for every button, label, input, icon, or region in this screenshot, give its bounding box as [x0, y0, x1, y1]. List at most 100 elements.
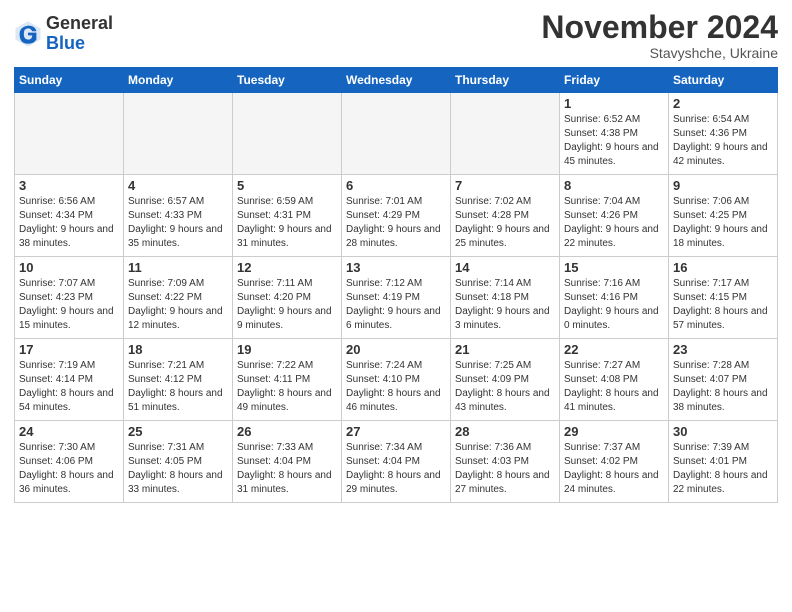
day-info: Sunrise: 7:06 AM Sunset: 4:25 PM Dayligh…: [673, 195, 773, 251]
calendar-weekday: Saturday: [669, 68, 778, 93]
calendar-cell: 14 Sunrise: 7:14 AM Sunset: 4:18 PM Dayli…: [451, 257, 560, 339]
page: General Blue November 2024 Stavyshche, U…: [0, 0, 792, 612]
day-info: Sunrise: 6:57 AM Sunset: 4:33 PM Dayligh…: [128, 195, 228, 251]
day-info: Sunrise: 7:14 AM Sunset: 4:18 PM Dayligh…: [455, 277, 555, 333]
calendar-cell: 11Sunrise: 7:09 AM Sunset: 4:22 PM Dayli…: [124, 257, 233, 339]
calendar-cell: 9 Sunrise: 7:06 AM Sunset: 4:25 PM Daylig…: [669, 175, 778, 257]
calendar-cell: 15 Sunrise: 7:16 AM Sunset: 4:16 PM Dayli…: [560, 257, 669, 339]
calendar-cell: 17 Sunrise: 7:19 AM Sunset: 4:14 PM Dayli…: [15, 339, 124, 421]
day-number: 14: [455, 260, 555, 275]
calendar-cell: [15, 93, 124, 175]
logo-blue: Blue: [46, 33, 85, 53]
calendar-cell: 18 Sunrise: 7:21 AM Sunset: 4:12 PM Dayli…: [124, 339, 233, 421]
day-number: 28: [455, 424, 555, 439]
calendar-cell: 12 Sunrise: 7:11 AM Sunset: 4:20 PM Dayli…: [233, 257, 342, 339]
day-number: 19: [237, 342, 337, 357]
day-number: 2: [673, 96, 773, 111]
calendar-header-row: SundayMondayTuesdayWednesdayThursdayFrid…: [15, 68, 778, 93]
logo-icon: [14, 20, 42, 48]
day-info: Sunrise: 7:27 AM Sunset: 4:08 PM Dayligh…: [564, 359, 664, 415]
day-number: 8: [564, 178, 664, 193]
day-number: 5: [237, 178, 337, 193]
day-info: Sunrise: 7:31 AM Sunset: 4:05 PM Dayligh…: [128, 441, 228, 497]
day-info: Sunrise: 7:16 AM Sunset: 4:16 PM Dayligh…: [564, 277, 664, 333]
day-info: Sunrise: 7:09 AM Sunset: 4:22 PM Dayligh…: [128, 277, 228, 333]
day-number: 21: [455, 342, 555, 357]
day-number: 1: [564, 96, 664, 111]
calendar-cell: 22 Sunrise: 7:27 AM Sunset: 4:08 PM Dayli…: [560, 339, 669, 421]
calendar-cell: 20Sunrise: 7:24 AM Sunset: 4:10 PM Dayli…: [342, 339, 451, 421]
calendar-cell: 29 Sunrise: 7:37 AM Sunset: 4:02 PM Dayli…: [560, 421, 669, 503]
logo-text: General Blue: [46, 14, 113, 54]
calendar-cell: 23 Sunrise: 7:28 AM Sunset: 4:07 PM Dayli…: [669, 339, 778, 421]
logo: General Blue: [14, 14, 113, 54]
day-number: 15: [564, 260, 664, 275]
day-number: 6: [346, 178, 446, 193]
logo-general: General: [46, 13, 113, 33]
day-info: Sunrise: 7:01 AM Sunset: 4:29 PM Dayligh…: [346, 195, 446, 251]
day-info: Sunrise: 7:24 AM Sunset: 4:10 PM Dayligh…: [346, 359, 446, 415]
day-number: 7: [455, 178, 555, 193]
calendar-weekday: Wednesday: [342, 68, 451, 93]
day-info: Sunrise: 6:56 AM Sunset: 4:34 PM Dayligh…: [19, 195, 119, 251]
day-info: Sunrise: 7:04 AM Sunset: 4:26 PM Dayligh…: [564, 195, 664, 251]
day-info: Sunrise: 7:33 AM Sunset: 4:04 PM Dayligh…: [237, 441, 337, 497]
calendar-cell: 5 Sunrise: 6:59 AM Sunset: 4:31 PM Daylig…: [233, 175, 342, 257]
calendar-cell: 6 Sunrise: 7:01 AM Sunset: 4:29 PM Daylig…: [342, 175, 451, 257]
calendar-week-row: 24 Sunrise: 7:30 AM Sunset: 4:06 PM Dayli…: [15, 421, 778, 503]
calendar-weekday: Friday: [560, 68, 669, 93]
calendar-cell: 1 Sunrise: 6:52 AM Sunset: 4:38 PM Daylig…: [560, 93, 669, 175]
calendar-cell: [451, 93, 560, 175]
day-info: Sunrise: 7:28 AM Sunset: 4:07 PM Dayligh…: [673, 359, 773, 415]
calendar-week-row: 17 Sunrise: 7:19 AM Sunset: 4:14 PM Dayli…: [15, 339, 778, 421]
day-number: 9: [673, 178, 773, 193]
day-number: 12: [237, 260, 337, 275]
day-info: Sunrise: 7:21 AM Sunset: 4:12 PM Dayligh…: [128, 359, 228, 415]
title-block: November 2024 Stavyshche, Ukraine: [541, 10, 778, 61]
location: Stavyshche, Ukraine: [541, 45, 778, 61]
day-info: Sunrise: 7:30 AM Sunset: 4:06 PM Dayligh…: [19, 441, 119, 497]
month-title: November 2024: [541, 10, 778, 45]
day-number: 30: [673, 424, 773, 439]
day-number: 3: [19, 178, 119, 193]
day-info: Sunrise: 7:37 AM Sunset: 4:02 PM Dayligh…: [564, 441, 664, 497]
day-number: 18: [128, 342, 228, 357]
calendar-cell: 16Sunrise: 7:17 AM Sunset: 4:15 PM Dayli…: [669, 257, 778, 339]
day-info: Sunrise: 7:02 AM Sunset: 4:28 PM Dayligh…: [455, 195, 555, 251]
calendar-week-row: 1 Sunrise: 6:52 AM Sunset: 4:38 PM Daylig…: [15, 93, 778, 175]
calendar-table: SundayMondayTuesdayWednesdayThursdayFrid…: [14, 67, 778, 503]
day-info: Sunrise: 7:34 AM Sunset: 4:04 PM Dayligh…: [346, 441, 446, 497]
day-number: 24: [19, 424, 119, 439]
day-info: Sunrise: 7:19 AM Sunset: 4:14 PM Dayligh…: [19, 359, 119, 415]
day-info: Sunrise: 7:25 AM Sunset: 4:09 PM Dayligh…: [455, 359, 555, 415]
calendar-cell: 28 Sunrise: 7:36 AM Sunset: 4:03 PM Dayli…: [451, 421, 560, 503]
calendar-weekday: Thursday: [451, 68, 560, 93]
calendar-cell: 19 Sunrise: 7:22 AM Sunset: 4:11 PM Dayli…: [233, 339, 342, 421]
day-number: 13: [346, 260, 446, 275]
calendar-cell: 8 Sunrise: 7:04 AM Sunset: 4:26 PM Daylig…: [560, 175, 669, 257]
day-info: Sunrise: 6:54 AM Sunset: 4:36 PM Dayligh…: [673, 113, 773, 169]
calendar-cell: 24 Sunrise: 7:30 AM Sunset: 4:06 PM Dayli…: [15, 421, 124, 503]
day-info: Sunrise: 7:17 AM Sunset: 4:15 PM Dayligh…: [673, 277, 773, 333]
calendar-cell: 7 Sunrise: 7:02 AM Sunset: 4:28 PM Daylig…: [451, 175, 560, 257]
day-info: Sunrise: 6:59 AM Sunset: 4:31 PM Dayligh…: [237, 195, 337, 251]
day-number: 22: [564, 342, 664, 357]
day-number: 4: [128, 178, 228, 193]
day-info: Sunrise: 6:52 AM Sunset: 4:38 PM Dayligh…: [564, 113, 664, 169]
day-number: 17: [19, 342, 119, 357]
calendar-weekday: Tuesday: [233, 68, 342, 93]
day-info: Sunrise: 7:36 AM Sunset: 4:03 PM Dayligh…: [455, 441, 555, 497]
calendar-weekday: Sunday: [15, 68, 124, 93]
day-info: Sunrise: 7:11 AM Sunset: 4:20 PM Dayligh…: [237, 277, 337, 333]
calendar-week-row: 3 Sunrise: 6:56 AM Sunset: 4:34 PM Daylig…: [15, 175, 778, 257]
day-number: 23: [673, 342, 773, 357]
day-info: Sunrise: 7:22 AM Sunset: 4:11 PM Dayligh…: [237, 359, 337, 415]
calendar-cell: 21 Sunrise: 7:25 AM Sunset: 4:09 PM Dayli…: [451, 339, 560, 421]
day-number: 29: [564, 424, 664, 439]
day-number: 27: [346, 424, 446, 439]
calendar-cell: 30Sunrise: 7:39 AM Sunset: 4:01 PM Dayli…: [669, 421, 778, 503]
calendar-weekday: Monday: [124, 68, 233, 93]
day-number: 10: [19, 260, 119, 275]
calendar-cell: 27 Sunrise: 7:34 AM Sunset: 4:04 PM Dayli…: [342, 421, 451, 503]
calendar-cell: [124, 93, 233, 175]
